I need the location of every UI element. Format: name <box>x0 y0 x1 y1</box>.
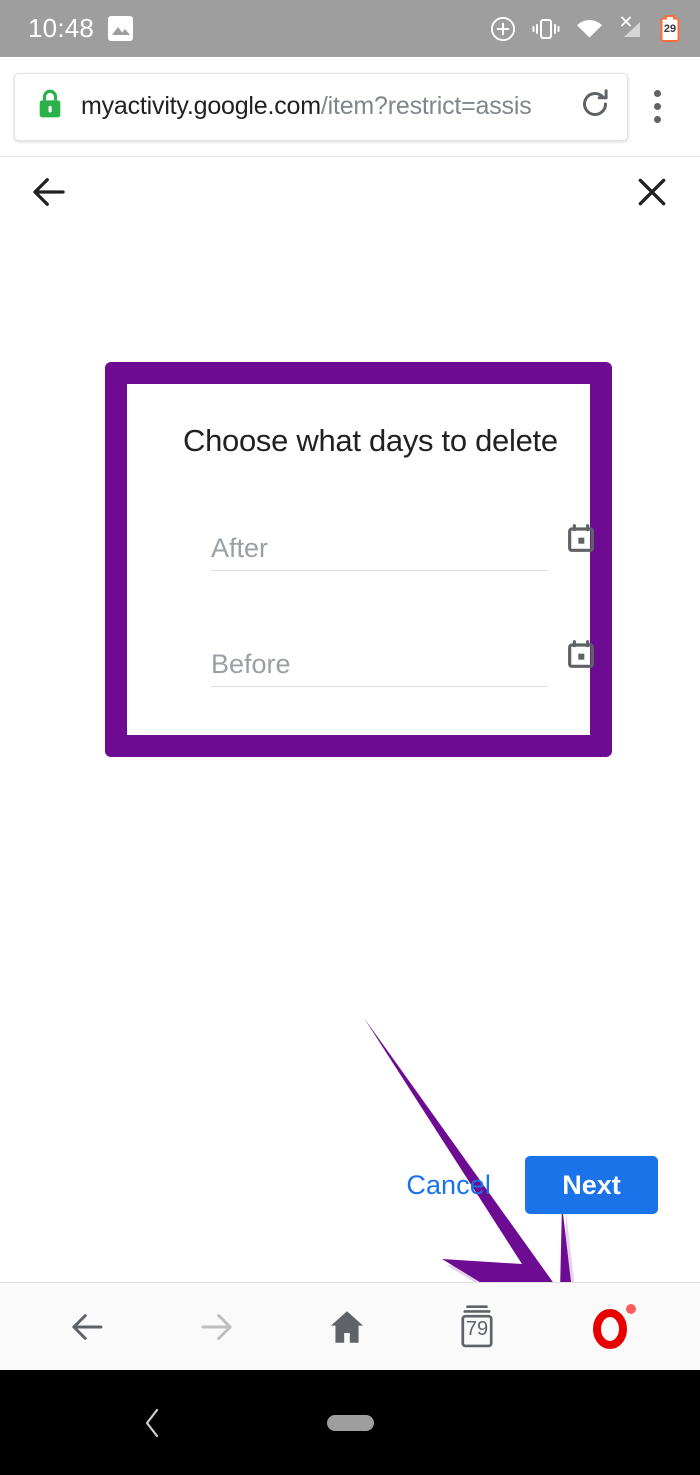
after-date-input[interactable] <box>211 532 565 564</box>
battery-level-text: 29 <box>663 22 677 35</box>
browser-omnibox-bar: myactivity.google.com/item?restrict=assi… <box>0 57 700 157</box>
dialog-title: Choose what days to delete <box>183 423 558 458</box>
status-bar-right: 29 <box>489 14 682 44</box>
page-top-bar <box>0 157 700 227</box>
url-path: /item?restrict=assis <box>320 92 532 120</box>
annotation-arrow-icon <box>350 1012 600 1282</box>
browser-forward-button[interactable] <box>196 1306 238 1348</box>
status-clock: 10:48 <box>28 13 95 43</box>
reload-icon[interactable] <box>577 86 613 127</box>
browser-home-button[interactable] <box>326 1306 368 1348</box>
choose-days-dialog: Choose what days to delete <box>127 384 594 735</box>
before-date-field[interactable] <box>211 625 594 687</box>
battery-icon: 29 <box>658 14 682 44</box>
dialog-actions: Cancel Next <box>398 1156 658 1214</box>
after-date-field[interactable] <box>211 509 594 571</box>
next-button[interactable]: Next <box>525 1156 658 1214</box>
cancel-button[interactable]: Cancel <box>398 1160 499 1211</box>
browser-back-button[interactable] <box>66 1306 108 1348</box>
opera-menu-button[interactable] <box>586 1303 636 1351</box>
page-close-button[interactable] <box>632 172 672 212</box>
screen-record-icon <box>489 15 517 43</box>
opera-notification-dot <box>626 1303 636 1314</box>
status-bar: 10:48 29 <box>0 0 700 57</box>
web-page-content: Choose what days to delete After Before … <box>0 157 700 1282</box>
cellular-no-signal-icon <box>618 16 644 42</box>
nav-home-pill-icon[interactable] <box>326 1414 374 1431</box>
date-fields <box>151 509 594 741</box>
dialog-highlight-box: Choose what days to delete <box>105 362 612 757</box>
photo-notification-icon <box>108 16 134 41</box>
before-date-input[interactable] <box>211 648 565 680</box>
kebab-dot <box>653 90 661 97</box>
vibrate-icon <box>531 16 561 42</box>
lock-icon[interactable] <box>35 87 65 126</box>
tab-counter-button[interactable]: 79 <box>456 1304 498 1350</box>
browser-menu-button[interactable] <box>628 90 686 123</box>
kebab-dot <box>653 103 661 110</box>
calendar-icon[interactable] <box>565 639 597 676</box>
calendar-icon[interactable] <box>565 523 597 560</box>
phone-screen: 10:48 29 myactivity.google.com/item?rest… <box>0 0 700 1475</box>
url-text[interactable]: myactivity.google.com/item?restrict=assi… <box>81 92 571 121</box>
wifi-icon <box>575 18 604 40</box>
url-domain: myactivity.google.com <box>81 92 321 120</box>
kebab-dot <box>653 116 661 123</box>
nav-back-chevron-icon[interactable] <box>140 1406 166 1440</box>
page-back-button[interactable] <box>28 171 70 213</box>
url-bar[interactable]: myactivity.google.com/item?restrict=assi… <box>14 72 628 141</box>
android-nav-bar <box>0 1370 700 1475</box>
status-bar-left: 10:48 <box>28 13 134 44</box>
browser-bottom-bar: 79 <box>0 1282 700 1370</box>
